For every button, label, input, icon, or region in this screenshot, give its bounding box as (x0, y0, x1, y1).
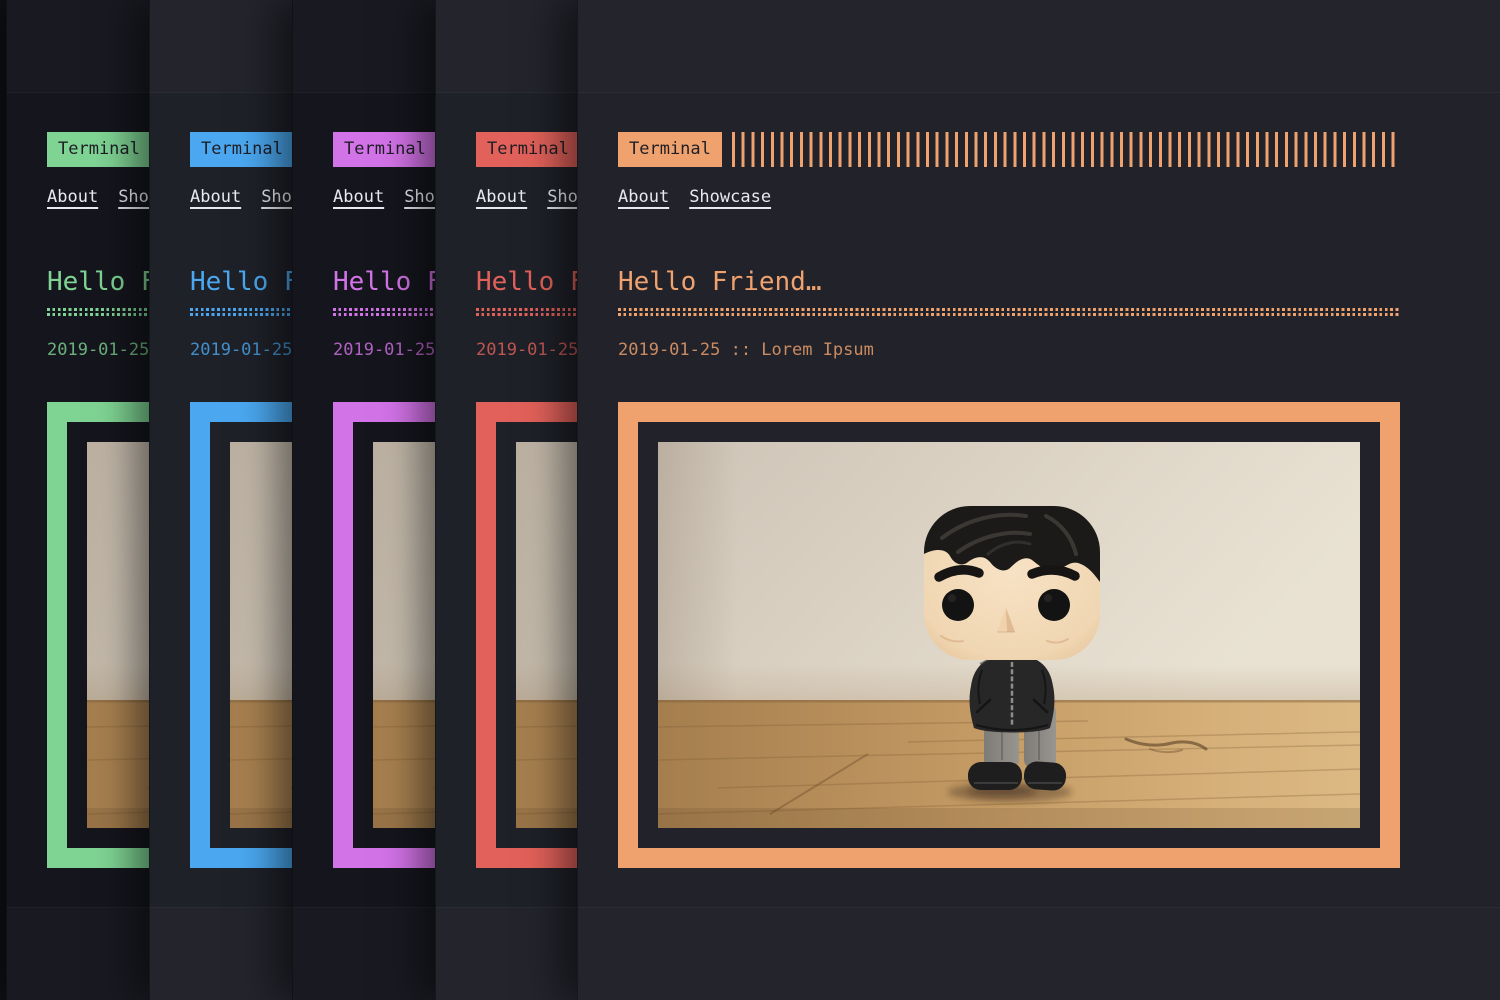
page-content: Terminal About Showcase Hello Friend… 20… (578, 92, 1500, 908)
site-header: Terminal (618, 132, 1400, 167)
post-date-meta: 2019-01-25 :: Lorem Ipsum (618, 339, 874, 361)
nav-link-about[interactable]: About (190, 186, 241, 208)
nav-link-showcase[interactable]: Showcase (689, 186, 771, 208)
funko-figure-photo (658, 442, 1360, 828)
site-logo-badge[interactable]: Terminal (47, 132, 151, 167)
site-nav: About Showcase (618, 186, 771, 208)
nav-link-about[interactable]: About (476, 186, 527, 208)
site-logo-badge[interactable]: Terminal (618, 132, 722, 167)
nav-link-about[interactable]: About (47, 186, 98, 208)
post-title: Hello Friend… (618, 265, 822, 299)
site-logo-badge[interactable]: Terminal (190, 132, 294, 167)
post-image-frame (618, 402, 1400, 868)
title-dotted-divider (618, 308, 1400, 316)
site-logo-badge[interactable]: Terminal (476, 132, 580, 167)
nav-link-about[interactable]: About (333, 186, 384, 208)
theme-panel-orange: Terminal About Showcase Hello Friend… 20… (577, 0, 1500, 1000)
header-stripes-decoration (732, 132, 1400, 167)
nav-link-about[interactable]: About (618, 186, 669, 208)
site-logo-badge[interactable]: Terminal (333, 132, 437, 167)
